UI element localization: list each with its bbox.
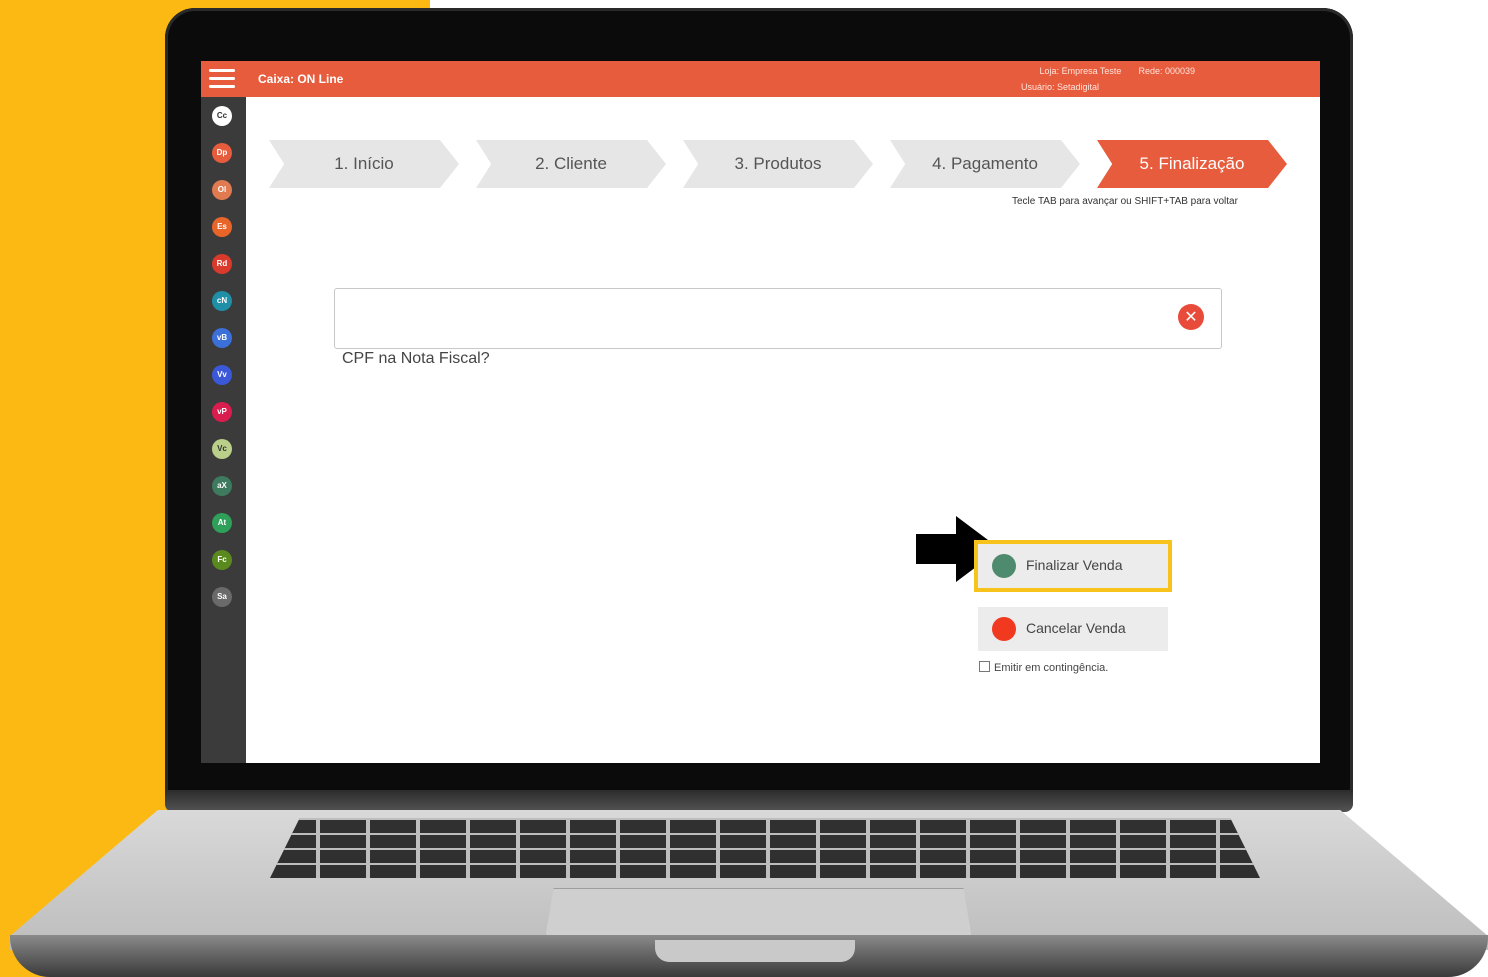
loja-value: Empresa Teste	[1061, 66, 1122, 76]
sidebar: Cc Dp Ol Es Rd cN vB Vv vP Vc aX At Fc S…	[201, 97, 246, 763]
sidebar-item-ax[interactable]: aX	[212, 476, 232, 496]
keyboard-rows	[270, 818, 1260, 878]
laptop-trackpad	[545, 888, 972, 939]
top-bar: Caixa: ON Line Loja: Empresa Teste Rede:…	[201, 61, 1320, 97]
laptop-notch	[655, 940, 855, 962]
sidebar-item-vb[interactable]: vB	[212, 328, 232, 348]
finalizar-venda-button[interactable]: Finalizar Venda	[974, 540, 1172, 592]
sidebar-item-vv[interactable]: Vv	[212, 365, 232, 385]
app-title: Caixa: ON Line	[258, 72, 344, 86]
laptop-hinge	[165, 790, 1353, 812]
cancelar-venda-button[interactable]: Cancelar Venda	[978, 607, 1168, 651]
green-circle-icon	[992, 554, 1016, 578]
loja-label: Loja:	[1039, 66, 1060, 76]
step-cliente[interactable]: 2. Cliente	[476, 140, 666, 188]
contingencia-option[interactable]: Emitir em contingência.	[979, 661, 1108, 674]
sidebar-item-rd[interactable]: Rd	[212, 254, 232, 274]
app-screen: Caixa: ON Line Loja: Empresa Teste Rede:…	[201, 61, 1320, 763]
step-inicio[interactable]: 1. Início	[269, 140, 459, 188]
step-pagamento[interactable]: 4. Pagamento	[890, 140, 1080, 188]
sidebar-item-dp[interactable]: Dp	[212, 143, 232, 163]
sidebar-item-vc[interactable]: Vc	[212, 439, 232, 459]
sidebar-item-cc[interactable]: Cc	[212, 106, 232, 126]
sidebar-item-sa[interactable]: Sa	[212, 587, 232, 607]
sidebar-item-es[interactable]: Es	[212, 217, 232, 237]
step-finalizacao[interactable]: 5. Finalização	[1097, 140, 1287, 188]
sidebar-item-fc[interactable]: Fc	[212, 550, 232, 570]
step-produtos[interactable]: 3. Produtos	[683, 140, 873, 188]
usuario-value: Setadigital	[1057, 82, 1100, 92]
usuario-label: Usuário:	[1021, 82, 1055, 92]
store-info: Loja: Empresa Teste Rede: 000039 Usuário…	[1021, 63, 1195, 95]
finalizar-venda-label: Finalizar Venda	[1026, 557, 1123, 573]
sidebar-item-ol[interactable]: Ol	[212, 180, 232, 200]
sidebar-item-at[interactable]: At	[212, 513, 232, 533]
cancelar-venda-label: Cancelar Venda	[1026, 620, 1126, 636]
main-content: 1. Início 2. Cliente 3. Produtos 4. Paga…	[246, 97, 1320, 763]
sidebar-item-vp[interactable]: vP	[212, 402, 232, 422]
hamburger-menu-icon[interactable]	[209, 69, 235, 89]
rede-value: 000039	[1165, 66, 1196, 76]
cpf-label: CPF na Nota Fiscal?	[342, 350, 490, 367]
step-navigation: 1. Início 2. Cliente 3. Produtos 4. Paga…	[269, 140, 1289, 188]
contingencia-label: Emitir em contingência.	[994, 662, 1109, 674]
rede-label: Rede:	[1138, 66, 1163, 76]
contingencia-checkbox[interactable]	[979, 661, 990, 672]
cpf-input[interactable]	[334, 288, 1222, 349]
tab-hint: Tecle TAB para avançar ou SHIFT+TAB para…	[1012, 196, 1238, 207]
close-icon[interactable]: ✕	[1178, 304, 1204, 330]
sidebar-item-cn[interactable]: cN	[212, 291, 232, 311]
red-circle-icon	[992, 617, 1016, 641]
